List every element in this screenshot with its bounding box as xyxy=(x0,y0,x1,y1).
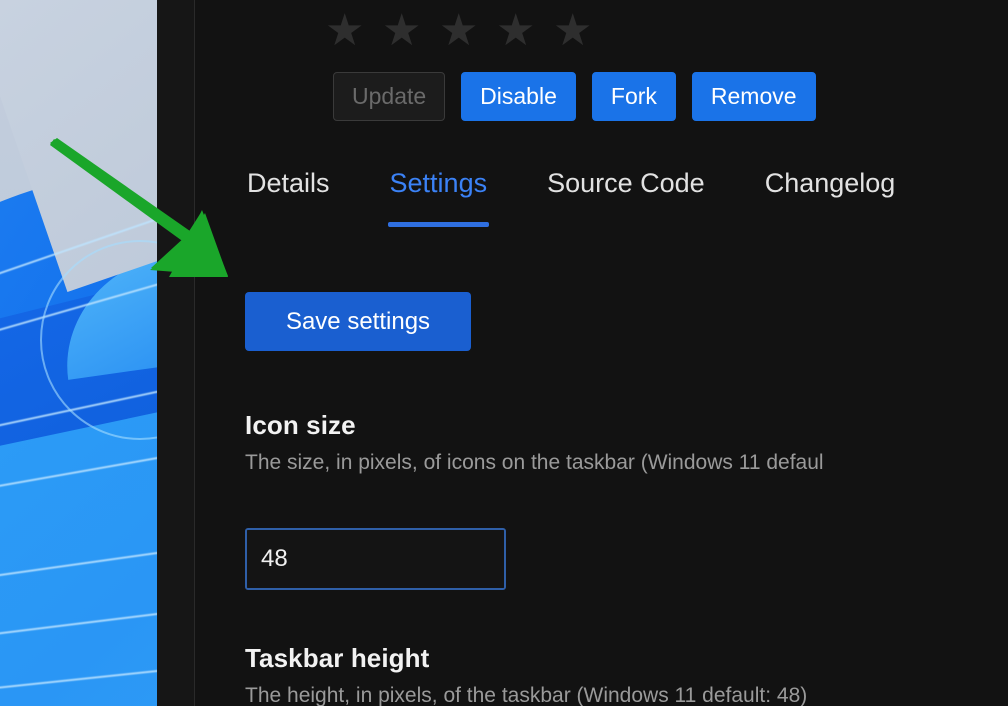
tab-settings[interactable]: Settings xyxy=(387,160,490,227)
tab-details[interactable]: Details xyxy=(245,160,332,227)
save-settings-button[interactable]: Save settings xyxy=(245,292,471,351)
tab-bar: Details Settings Source Code Changelog xyxy=(245,160,1008,242)
icon-size-number-field[interactable]: ∧ ∨ xyxy=(245,528,506,590)
rating-stars[interactable]: ★ ★ ★ ★ ★ xyxy=(325,5,615,57)
setting-field-taskbar-height: Taskbar height The height, in pixels, of… xyxy=(245,643,1008,706)
star-icon[interactable]: ★ xyxy=(325,9,364,53)
setting-title: Taskbar height xyxy=(245,643,430,673)
setting-title: Icon size xyxy=(245,410,356,440)
extension-detail-panel: ★ ★ ★ ★ ★ Update Disable Fork Remove Det… xyxy=(195,0,1008,706)
screenshot-root: ★ ★ ★ ★ ★ Update Disable Fork Remove Det… xyxy=(0,0,1008,706)
tab-source-code[interactable]: Source Code xyxy=(545,160,707,227)
setting-field-icon-size: Icon size The size, in pixels, of icons … xyxy=(245,410,1008,475)
setting-description: The height, in pixels, of the taskbar (W… xyxy=(245,684,808,706)
action-button-row: Update Disable Fork Remove xyxy=(333,72,816,121)
star-icon[interactable]: ★ xyxy=(439,9,478,53)
fork-button[interactable]: Fork xyxy=(591,72,676,121)
setting-description: The size, in pixels, of icons on the tas… xyxy=(245,451,824,474)
desktop-wallpaper xyxy=(0,0,157,706)
tab-changelog[interactable]: Changelog xyxy=(763,160,898,227)
window-left-gutter xyxy=(157,0,195,706)
star-icon[interactable]: ★ xyxy=(382,9,421,53)
disable-button[interactable]: Disable xyxy=(461,72,576,121)
remove-button[interactable]: Remove xyxy=(691,72,816,121)
star-icon[interactable]: ★ xyxy=(553,9,592,53)
star-icon[interactable]: ★ xyxy=(496,9,535,53)
update-button[interactable]: Update xyxy=(333,72,446,121)
icon-size-input[interactable] xyxy=(247,530,504,588)
